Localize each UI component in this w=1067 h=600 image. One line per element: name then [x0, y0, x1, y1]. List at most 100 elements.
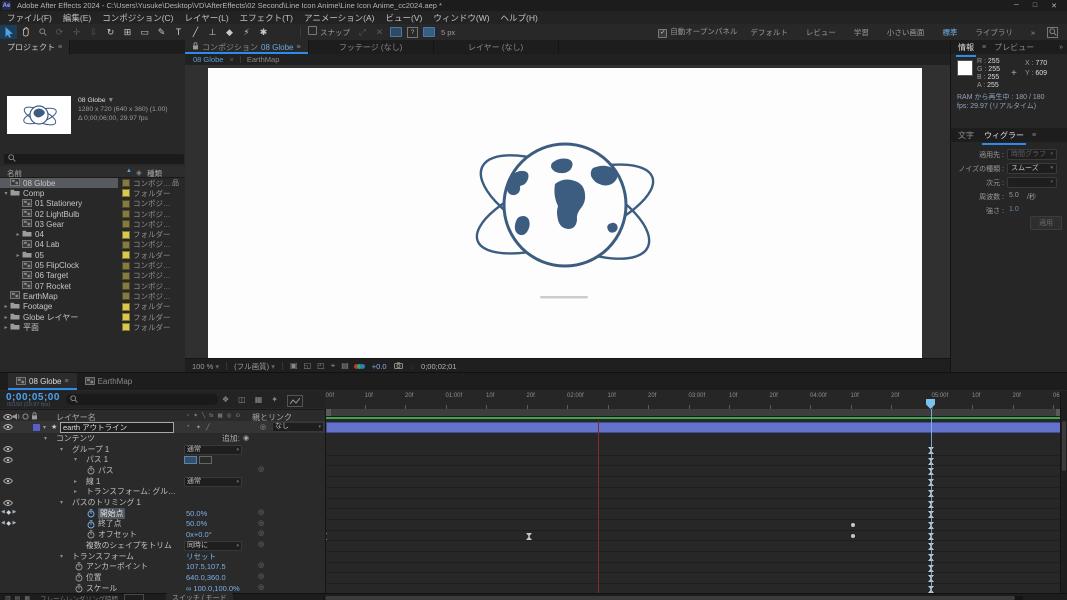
- tool-brush-icon[interactable]: ╱: [187, 25, 204, 39]
- property-row-7[interactable]: ▾パスのトリミング 1: [0, 497, 325, 508]
- twirl-icon[interactable]: ▾: [60, 446, 63, 453]
- help-box-icon[interactable]: ?: [407, 27, 418, 38]
- auto-open-checkbox[interactable]: ✓自動オープンパネル: [658, 26, 737, 38]
- twirl-icon[interactable]: ▸: [2, 303, 10, 310]
- property-value[interactable]: ∞ 100.0,100.0%: [186, 584, 240, 593]
- keyframe-navigator[interactable]: ◀◆▶: [1, 509, 16, 516]
- close-viewer-icon[interactable]: ×: [229, 55, 233, 64]
- twirl-icon[interactable]: ▸: [14, 252, 22, 259]
- project-item-平面[interactable]: ▸平面フォルダー: [0, 322, 185, 332]
- label-column-icon[interactable]: ◈: [136, 168, 142, 177]
- tool-pan-camera-icon[interactable]: ✛: [68, 25, 85, 39]
- tool-hand-icon[interactable]: [17, 25, 34, 39]
- property-label[interactable]: グループ 1: [72, 444, 109, 455]
- magnitude-value[interactable]: 1.0: [1009, 206, 1019, 213]
- work-area-bar[interactable]: [326, 409, 1061, 417]
- property-label[interactable]: 開始点: [98, 508, 125, 519]
- mask-shape-visibility-icon[interactable]: ◰: [317, 361, 325, 371]
- noise-type-dropdown[interactable]: スムーズ ▾: [1007, 163, 1057, 174]
- label-color-swatch[interactable]: [122, 313, 130, 321]
- expand-layer-switches-icon[interactable]: ▥: [5, 595, 11, 600]
- frame-blending-icon[interactable]: ✦: [271, 395, 278, 407]
- snapshot-icon[interactable]: [394, 362, 403, 371]
- property-row-1[interactable]: ▾コンテンツ追加:◉: [0, 433, 325, 444]
- switch-column-icon[interactable]: ◎: [227, 413, 232, 419]
- show-snapshot-icon[interactable]: ◌: [410, 362, 414, 371]
- keyframe-icon[interactable]: [526, 533, 532, 542]
- parent-dropdown[interactable]: なし▾: [272, 422, 324, 432]
- project-item-EarthMap[interactable]: EarthMapコンポジション: [0, 291, 185, 301]
- menu-コンポジションC[interactable]: コンポジション(C): [102, 12, 173, 24]
- property-label[interactable]: スケール: [86, 583, 117, 593]
- menu-ウィンドウW[interactable]: ウィンドウ(W): [433, 12, 489, 24]
- tool-type-icon[interactable]: T: [170, 25, 187, 39]
- switch-column-icon[interactable]: ▦: [218, 413, 223, 419]
- timeline-search-input[interactable]: [66, 394, 218, 405]
- sort-icon[interactable]: ▲: [126, 168, 132, 174]
- property-value[interactable]: 50.0%: [186, 509, 207, 518]
- tab-composition[interactable]: コンポジション 08 Globe ≡: [185, 40, 309, 54]
- tool-eraser-icon[interactable]: ◆: [221, 25, 238, 39]
- property-row-6[interactable]: ▸トランスフォーム: グループ 1: [0, 487, 325, 498]
- property-label[interactable]: 線 1: [86, 476, 100, 487]
- minimize-button[interactable]: ─: [1014, 2, 1019, 10]
- path-mode-icons[interactable]: [184, 456, 212, 464]
- add-button[interactable]: 追加:: [222, 433, 240, 444]
- label-color-swatch[interactable]: [122, 282, 130, 290]
- property-row-15[interactable]: スケール∞ 100.0,100.0%◎: [0, 583, 325, 593]
- property-row-12[interactable]: ▾トランスフォームリセット: [0, 551, 325, 562]
- twirl-icon[interactable]: ▸: [74, 478, 77, 485]
- menu-アニメーションA[interactable]: アニメーション(A): [304, 12, 375, 24]
- grid-guide-options-icon[interactable]: ▤: [341, 361, 349, 371]
- keyframe-icon[interactable]: [851, 534, 855, 538]
- layer-name-edit-field[interactable]: earth アウトライン: [60, 422, 174, 433]
- property-value[interactable]: 0x+0.0°: [186, 530, 212, 539]
- eye-icon[interactable]: [3, 478, 13, 484]
- menu-ヘルプH[interactable]: ヘルプ(H): [501, 12, 538, 24]
- time-ruler[interactable]: :00f10f20f01:00f10f20f02:00f10f20f03:00f…: [325, 391, 1060, 409]
- graph-editor-icon[interactable]: [287, 395, 303, 407]
- layer-duration-bar[interactable]: [326, 422, 1061, 433]
- transparency-grid-icon[interactable]: ◱: [304, 361, 312, 371]
- caret-down-icon[interactable]: ▼: [107, 97, 114, 104]
- panel-menu-icon[interactable]: ≡: [1032, 132, 1036, 139]
- project-item-04-Lab[interactable]: 04 Labコンポジション: [0, 240, 185, 250]
- frequency-value[interactable]: 5.0: [1009, 192, 1019, 199]
- include-in-graph-icon[interactable]: ◎: [258, 508, 264, 516]
- tool-puppet-pin-icon[interactable]: ✱: [255, 25, 272, 39]
- tool-dolly-camera-icon[interactable]: ⇩: [85, 25, 102, 39]
- project-item-05-FlipClock[interactable]: 05 FlipClockコンポジション: [0, 260, 185, 270]
- blend-mode-dropdown[interactable]: 通常▾: [184, 477, 242, 487]
- switch-column-icon[interactable]: ╲: [202, 413, 205, 419]
- maximize-button[interactable]: □: [1033, 2, 1037, 10]
- lock-icon[interactable]: [192, 42, 199, 52]
- viewer-tab-earthmap[interactable]: EarthMap: [247, 55, 280, 64]
- property-row-9[interactable]: ◀◆▶終了点50.0%◎: [0, 519, 325, 530]
- timeline-tab-08-Globe[interactable]: 08 Globe≡: [8, 373, 77, 390]
- label-color-swatch[interactable]: [122, 292, 130, 300]
- eye-icon[interactable]: [3, 500, 13, 506]
- tool-zoom-icon[interactable]: [34, 25, 51, 39]
- twirl-icon[interactable]: ▸: [14, 231, 22, 238]
- composition-mini-flowchart-icon[interactable]: ❖: [222, 395, 229, 407]
- switch-column-icon[interactable]: ✦: [193, 413, 198, 419]
- workspace-標準[interactable]: 標準: [942, 27, 957, 38]
- property-row-3[interactable]: ▾パス 1: [0, 454, 325, 465]
- label-color-swatch[interactable]: [122, 189, 130, 197]
- label-color-swatch[interactable]: [122, 231, 130, 239]
- property-value[interactable]: 107.5,107.5: [186, 562, 226, 571]
- project-search-input[interactable]: [4, 154, 184, 164]
- magnification-dropdown[interactable]: 100 % ▾: [192, 362, 219, 371]
- tool-rotation-icon[interactable]: ↻: [102, 25, 119, 39]
- tab-project[interactable]: プロジェクト ≡: [0, 40, 70, 54]
- twirl-icon[interactable]: ▸: [2, 314, 10, 321]
- property-label[interactable]: トランスフォーム: グループ 1: [86, 486, 182, 497]
- close-button[interactable]: ✕: [1051, 2, 1057, 10]
- workspace-search-icon[interactable]: [1047, 27, 1058, 38]
- include-in-graph-icon[interactable]: ◎: [258, 561, 264, 569]
- composition-canvas[interactable]: [185, 65, 950, 358]
- project-item-08-Globe[interactable]: 08 Globeコンポジション品: [0, 178, 185, 188]
- property-row-10[interactable]: オフセット0x+0.0°◎: [0, 529, 325, 540]
- eye-icon[interactable]: [3, 424, 13, 430]
- project-item-03-Gear[interactable]: 03 Gearコンポジション: [0, 219, 185, 229]
